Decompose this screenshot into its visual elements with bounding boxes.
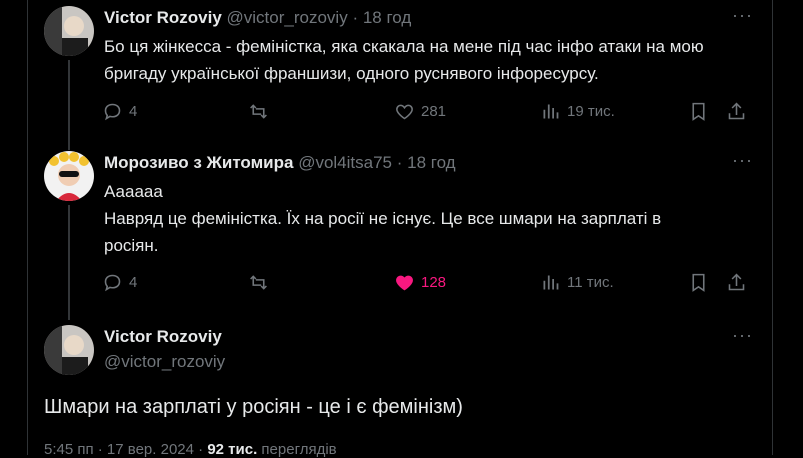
tweet-header: Морозиво з Житомира @vol4itsa75 · 18 год: [104, 153, 456, 173]
action-bar: 4 128 11 тис.: [98, 267, 758, 297]
bookmark-button[interactable]: [688, 267, 709, 297]
more-icon[interactable]: ···: [732, 326, 752, 346]
display-name[interactable]: Морозиво з Житомира: [104, 153, 293, 172]
repost-button[interactable]: [248, 96, 275, 126]
share-button[interactable]: [726, 96, 747, 126]
thread-line: [68, 60, 70, 150]
like-button[interactable]: 281: [394, 96, 446, 126]
like-button[interactable]: 128: [394, 267, 446, 297]
share-icon: [728, 102, 745, 119]
like-icon: [396, 275, 413, 290]
more-icon[interactable]: ···: [732, 151, 752, 171]
separator: ·: [352, 8, 359, 27]
share-button[interactable]: [726, 267, 747, 297]
avatar[interactable]: [44, 325, 94, 375]
tweet-text-line: Навряд це феміністка. Їх на росії не існ…: [104, 209, 662, 255]
repost-button[interactable]: [248, 267, 275, 297]
avatar[interactable]: [44, 6, 94, 56]
bookmark-icon: [692, 102, 705, 121]
views-icon: [543, 104, 559, 118]
separator: ·: [396, 153, 403, 172]
tweet-text-line: Аааааа: [104, 182, 163, 201]
like-count: 281: [421, 102, 447, 120]
reply-tweet-2[interactable]: Морозиво з Житомира @vol4itsa75 · 18 год…: [28, 145, 772, 320]
tweet-header: Victor Rozoviy @victor_rozoviy · 18 год: [104, 8, 411, 28]
tweet-text: Бо ця жінкесса - феміністка, яка скакала…: [104, 37, 704, 83]
reply-tweet-1[interactable]: Victor Rozoviy @victor_rozoviy · 18 год …: [28, 0, 772, 150]
views-label: переглядів: [261, 441, 337, 458]
bookmark-icon: [692, 273, 705, 292]
bookmark-button[interactable]: [688, 96, 709, 126]
timestamp[interactable]: 18 год: [407, 153, 455, 172]
share-icon: [728, 273, 745, 290]
display-name[interactable]: Victor Rozoviy: [104, 327, 222, 347]
reply-button[interactable]: 4: [102, 267, 137, 297]
handle[interactable]: @vol4itsa75: [298, 153, 392, 172]
handle[interactable]: @victor_rozoviy: [227, 8, 348, 27]
repost-icon: [250, 274, 267, 290]
action-bar: 4 281 19 тис.: [98, 96, 758, 126]
timestamp[interactable]: 5:45 пп · 17 вер. 2024 ·: [44, 441, 203, 458]
views-button[interactable]: 19 тис.: [540, 96, 615, 126]
reply-count: 4: [129, 273, 138, 291]
display-name[interactable]: Victor Rozoviy: [104, 8, 222, 27]
reply-count: 4: [129, 102, 138, 120]
tweet-text: Аааааа Навряд це феміністка. Їх на росії…: [104, 178, 744, 259]
avatar[interactable]: [44, 151, 94, 201]
views-count: 19 тис.: [567, 102, 615, 120]
more-icon[interactable]: ···: [732, 6, 752, 26]
views-button[interactable]: 11 тис.: [540, 267, 614, 297]
reply-icon: [104, 274, 121, 291]
like-count: 128: [421, 273, 447, 291]
timestamp[interactable]: 18 год: [363, 8, 411, 27]
conversation-column: Victor Rozoviy @victor_rozoviy · 18 год …: [27, 0, 773, 458]
repost-icon: [250, 103, 267, 119]
reply-icon: [104, 103, 121, 120]
views-count: 11 тис.: [567, 273, 614, 291]
views-count: 92 тис.: [207, 441, 258, 458]
like-icon: [396, 104, 413, 119]
views-icon: [543, 275, 559, 289]
reply-button[interactable]: 4: [102, 96, 137, 126]
main-tweet-text: Шмари на зарплаті у росіян - це і є фемі…: [44, 396, 463, 418]
thread-line: [68, 205, 70, 320]
handle[interactable]: @victor_rozoviy: [104, 352, 225, 372]
tweet-meta: 5:45 пп · 17 вер. 2024 · 92 тис. перегля…: [44, 441, 337, 458]
